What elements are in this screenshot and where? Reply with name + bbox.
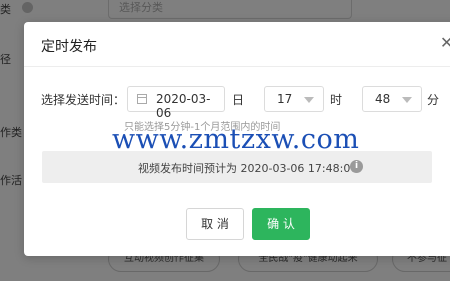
cancel-button[interactable]: 取 消: [186, 208, 244, 240]
publish-estimate-bar: 视频发布时间预计为 2020-03-06 17:48:00 i: [42, 151, 432, 183]
info-icon[interactable]: i: [350, 160, 363, 173]
hour-unit: 时: [330, 93, 343, 107]
minute-value: 48: [375, 92, 391, 106]
calendar-icon: [137, 94, 147, 104]
close-icon[interactable]: ✕: [440, 33, 450, 52]
day-unit: 日: [232, 93, 245, 107]
confirm-button[interactable]: 确 认: [252, 208, 310, 240]
chevron-down-icon: [402, 97, 412, 103]
minute-unit: 分: [427, 93, 440, 107]
time-label: 选择发送时间：: [41, 93, 126, 107]
chevron-down-icon: [304, 97, 314, 103]
dialog-header: 定时发布 ✕: [24, 22, 450, 67]
watermark-text: www.zmtzxw.com: [112, 124, 360, 155]
date-picker[interactable]: 2020-03-06: [127, 86, 225, 120]
minute-select[interactable]: 48: [362, 86, 422, 112]
dialog-title: 定时发布: [41, 39, 97, 55]
publish-estimate-text: 视频发布时间预计为 2020-03-06 17:48:00: [138, 162, 358, 175]
hour-select[interactable]: 17: [264, 86, 324, 112]
date-value: 2020-03-06: [156, 92, 211, 120]
hour-value: 17: [277, 92, 293, 106]
